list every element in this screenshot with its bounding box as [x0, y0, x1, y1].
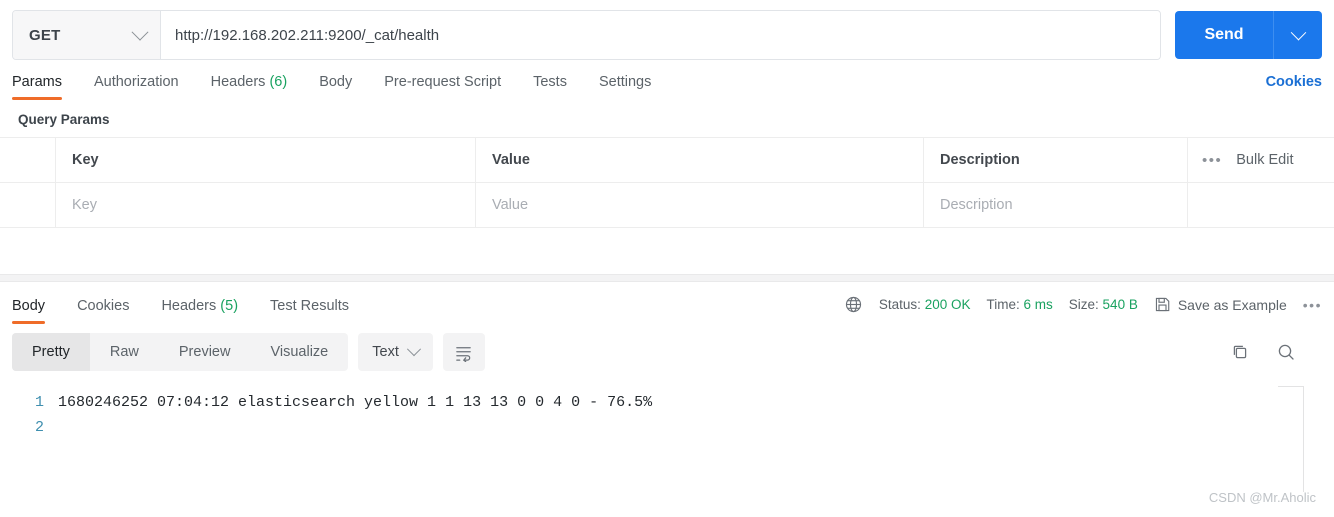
query-params-table: Key Value Description ••• Bulk Edit Key …	[0, 137, 1334, 228]
tab-headers-count: (6)	[269, 74, 288, 90]
bulk-edit-button[interactable]: Bulk Edit	[1236, 152, 1293, 168]
tab-pre-request-script[interactable]: Pre-request Script	[384, 74, 501, 100]
search-icon[interactable]	[1276, 342, 1296, 362]
row-value-input[interactable]: Value	[476, 183, 924, 227]
scrollbar-cap	[1278, 386, 1304, 387]
chevron-down-icon	[1290, 24, 1306, 40]
tab-authorization-label: Authorization	[93, 74, 179, 90]
header-actions-cell: ••• Bulk Edit	[1188, 138, 1334, 182]
tab-tests-label: Tests	[533, 74, 567, 90]
header-checkbox-cell	[0, 138, 56, 182]
more-options-icon[interactable]: •••	[1202, 153, 1222, 168]
status-badge: Status: 200 OK	[879, 297, 971, 312]
code-line: 2	[0, 415, 1334, 440]
cookies-link[interactable]: Cookies	[1266, 74, 1322, 100]
save-as-example-button[interactable]: Save as Example	[1154, 296, 1287, 313]
vertical-scrollbar[interactable]	[1303, 386, 1304, 492]
header-key-cell: Key	[56, 138, 476, 182]
tab-body[interactable]: Body	[319, 74, 352, 100]
header-value-cell: Value	[476, 138, 924, 182]
save-as-example-label: Save as Example	[1177, 296, 1287, 313]
send-options-button[interactable]	[1273, 11, 1322, 59]
method-url-group: GET http://192.168.202.211:9200/_cat/hea…	[12, 10, 1161, 60]
request-url-bar: GET http://192.168.202.211:9200/_cat/hea…	[0, 0, 1334, 60]
response-tab-body-label: Body	[12, 298, 46, 314]
send-button[interactable]: Send	[1175, 11, 1273, 59]
watermark: CSDN @Mr.Aholic	[1208, 490, 1316, 505]
row-key-input[interactable]: Key	[56, 183, 476, 227]
response-tab-headers[interactable]: Headers (5)	[161, 298, 238, 324]
request-tabs: Params Authorization Headers (6) Body Pr…	[0, 60, 1334, 100]
tab-authorization[interactable]: Authorization	[94, 74, 179, 100]
line-number: 2	[34, 419, 44, 436]
response-tab-headers-count: (5)	[220, 298, 239, 314]
table-row: Key Value Description	[0, 183, 1334, 227]
tab-tests[interactable]: Tests	[533, 74, 567, 100]
tab-params[interactable]: Params	[12, 74, 62, 100]
content-type-select[interactable]: Text	[358, 333, 433, 371]
row-key-placeholder: Key	[72, 197, 97, 213]
response-tab-cookies[interactable]: Cookies	[77, 298, 129, 324]
header-key-label: Key	[72, 152, 99, 168]
chevron-down-icon	[406, 342, 421, 357]
time-label: Time:	[986, 297, 1020, 312]
format-tab-pretty[interactable]: Pretty	[12, 333, 90, 371]
globe-icon	[844, 295, 863, 314]
chevron-down-icon	[131, 23, 149, 41]
format-tab-visualize[interactable]: Visualize	[250, 333, 348, 371]
copy-icon[interactable]	[1230, 342, 1250, 362]
size-value: 540 B	[1102, 297, 1138, 312]
response-tab-test-results[interactable]: Test Results	[270, 298, 349, 324]
status-value: 200 OK	[924, 297, 971, 312]
row-actions-cell	[1188, 183, 1334, 227]
time-value: 6 ms	[1023, 297, 1053, 312]
header-description-cell: Description	[924, 138, 1188, 182]
format-tab-preview[interactable]: Preview	[159, 333, 251, 371]
http-method-select[interactable]: GET	[13, 11, 161, 59]
response-tabs: Body Cookies Headers (5) Test Results St…	[0, 282, 1334, 324]
url-input[interactable]: http://192.168.202.211:9200/_cat/health	[161, 11, 1160, 59]
status-label: Status:	[878, 297, 921, 312]
tab-body-label: Body	[319, 74, 353, 90]
content-type-label: Text	[372, 344, 399, 360]
tab-settings[interactable]: Settings	[599, 74, 651, 100]
send-button-group: Send	[1175, 11, 1322, 59]
tab-pre-request-script-label: Pre-request Script	[384, 74, 502, 90]
response-more-options-icon[interactable]: •••	[1303, 297, 1322, 313]
format-tab-raw[interactable]: Raw	[90, 333, 159, 371]
size-badge: Size: 540 B	[1069, 297, 1138, 312]
code-line: 1 1680246252 07:04:12 elasticsearch yell…	[0, 390, 1334, 415]
code-line-text[interactable]: 1680246252 07:04:12 elasticsearch yellow…	[58, 390, 652, 415]
response-tab-body[interactable]: Body	[12, 298, 46, 324]
response-format-toolbar: Pretty Raw Preview Visualize Text	[0, 324, 1334, 380]
tab-headers-label: Headers	[210, 74, 266, 90]
row-description-input[interactable]: Description	[924, 183, 1188, 227]
tab-params-label: Params	[12, 74, 62, 90]
table-header-row: Key Value Description ••• Bulk Edit	[0, 138, 1334, 183]
http-method-label: GET	[29, 26, 61, 44]
row-value-placeholder: Value	[492, 197, 529, 213]
size-label: Size:	[1068, 297, 1099, 312]
line-number: 1	[34, 394, 44, 411]
response-actions	[1230, 342, 1322, 362]
row-description-placeholder: Description	[940, 197, 1013, 213]
tab-settings-label: Settings	[598, 74, 652, 90]
save-icon	[1154, 296, 1171, 313]
query-params-title: Query Params	[18, 112, 110, 127]
tab-headers[interactable]: Headers (6)	[211, 74, 288, 100]
response-tab-headers-label: Headers	[161, 298, 217, 314]
row-checkbox-cell[interactable]	[0, 183, 56, 227]
response-tab-test-results-label: Test Results	[270, 298, 350, 314]
time-badge: Time: 6 ms	[986, 297, 1052, 312]
response-meta: Status: 200 OK Time: 6 ms Size: 540 B Sa…	[844, 295, 1322, 324]
response-body: 1 1680246252 07:04:12 elasticsearch yell…	[0, 380, 1334, 492]
pane-spacer	[0, 228, 1334, 274]
response-tab-cookies-label: Cookies	[77, 298, 130, 314]
pane-resizer[interactable]	[0, 274, 1334, 282]
header-value-label: Value	[492, 152, 530, 168]
wrap-lines-button[interactable]	[442, 333, 485, 371]
header-description-label: Description	[940, 152, 1020, 168]
format-segmented-control: Pretty Raw Preview Visualize	[12, 333, 349, 371]
